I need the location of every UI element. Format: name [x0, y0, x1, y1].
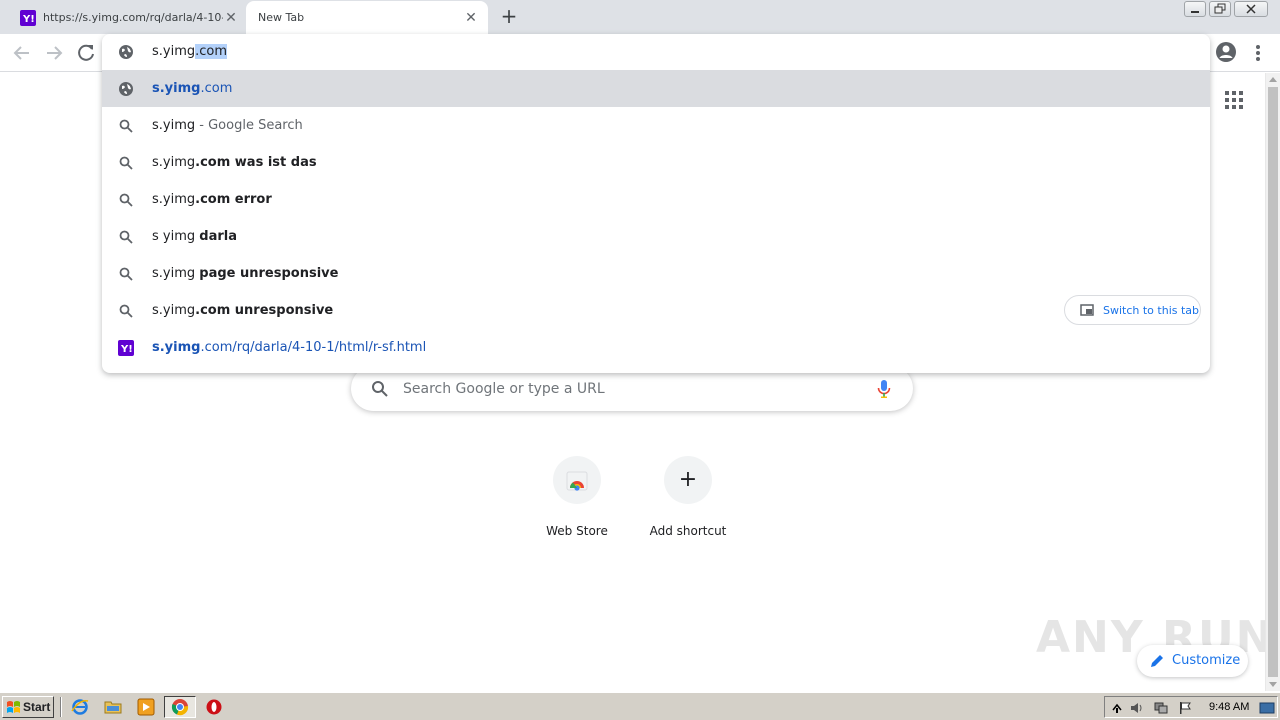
tab-strip: Y! https://s.yimg.com/rq/darla/4-10-1/ht… [0, 0, 1280, 34]
typed-text: s.yimg [152, 44, 196, 59]
pencil-icon [1151, 655, 1163, 667]
switch-tab-icon [1080, 304, 1094, 316]
search-icon [119, 267, 133, 281]
shortcut-web-store[interactable]: Web Store [521, 456, 633, 546]
search-icon [119, 156, 133, 170]
plus-icon: + [678, 467, 698, 492]
account-icon[interactable] [1214, 40, 1238, 64]
tab-yahoo[interactable]: Y! https://s.yimg.com/rq/darla/4-10-1/ht… [8, 1, 244, 34]
globe-icon [119, 45, 133, 59]
start-button[interactable]: Start [2, 696, 54, 718]
suggestion-item[interactable]: s yimg darla [102, 218, 1210, 255]
suggestion-text: s.yimg.com was ist das [152, 155, 317, 170]
suggestion-text: s yimg darla [152, 229, 237, 244]
window-close-button[interactable] [1234, 1, 1268, 17]
suggestion-item[interactable]: s.yimg.com unresponsive [102, 292, 1210, 329]
suggestion-item[interactable]: s.yimg.com [102, 70, 1210, 107]
reload-icon[interactable] [74, 41, 98, 65]
windows-flag-icon [7, 701, 20, 713]
suggestion-item[interactable]: s.yimg.com error [102, 181, 1210, 218]
suggestion-text: s.yimg page unresponsive [152, 266, 339, 281]
shortcut-add[interactable]: + Add shortcut [632, 456, 744, 546]
search-icon [119, 304, 133, 318]
suggestion-item[interactable]: s.yimg - Google Search [102, 107, 1210, 144]
address-bar[interactable]: s.yimg.com [102, 34, 1210, 70]
shortcut-label: Web Store [546, 524, 608, 538]
media-player-icon[interactable] [137, 698, 155, 716]
suggestion-item[interactable]: s.yimg page unresponsive [102, 255, 1210, 292]
internet-explorer-icon[interactable] [71, 698, 89, 716]
taskbar-separator [60, 697, 62, 717]
action-center-flag-icon[interactable] [1177, 700, 1193, 716]
svg-text:Y!: Y! [120, 344, 133, 355]
microphone-icon[interactable] [877, 379, 891, 399]
tab-title: New Tab [258, 11, 305, 24]
ntp-search-input[interactable] [403, 378, 843, 400]
switch-to-tab-label: Switch to this tab [1103, 304, 1200, 317]
restore-icon [1214, 3, 1226, 14]
globe-icon [119, 82, 133, 96]
tab-new-tab[interactable]: New Tab ✕ [246, 1, 488, 34]
chrome-icon [171, 699, 189, 716]
chevron-up-icon[interactable] [1109, 700, 1125, 716]
volume-icon[interactable] [1129, 700, 1145, 716]
yahoo-icon: Y! [118, 340, 134, 356]
start-label: Start [23, 700, 51, 714]
suggestion-text: s.yimg.com unresponsive [152, 303, 334, 318]
forward-arrow-icon[interactable] [42, 41, 66, 65]
omnibox-dropdown: s.yimg.com s.yimg.com s.yimg - Google Se… [102, 34, 1210, 373]
more-vert-icon[interactable] [1250, 41, 1266, 65]
apps-grid-icon[interactable] [1224, 90, 1244, 110]
scroll-down-arrow-icon[interactable] [1269, 682, 1277, 687]
shortcut-label: Add shortcut [649, 524, 727, 538]
tab-title: https://s.yimg.com/rq/darla/4-10-1/html/… [43, 11, 223, 24]
customize-button[interactable]: Customize [1137, 645, 1248, 677]
restore-button[interactable] [1209, 1, 1231, 17]
back-arrow-icon[interactable] [10, 41, 34, 65]
clock: 9:48 AM [1209, 701, 1250, 713]
search-icon [119, 193, 133, 207]
suggestion-text: s.yimg.com [152, 81, 233, 96]
suggestion-text: s.yimg - Google Search [152, 118, 303, 133]
opera-icon[interactable] [205, 698, 223, 716]
yahoo-icon: Y! [20, 10, 36, 26]
close-icon [1246, 4, 1256, 14]
address-bar-input[interactable]: s.yimg.com [152, 44, 228, 59]
scroll-up-arrow-icon[interactable] [1269, 77, 1277, 82]
shortcut-tile: + [664, 456, 712, 504]
minimize-button[interactable] [1184, 1, 1206, 17]
svg-text:Y!: Y! [22, 14, 35, 25]
system-tray: 9:48 AM [1104, 696, 1278, 718]
search-icon [119, 119, 133, 133]
shortcut-tile [553, 456, 601, 504]
scroll-thumb[interactable] [1268, 87, 1278, 677]
inline-autocomplete: .com [195, 44, 228, 59]
folder-icon[interactable] [104, 698, 122, 716]
network-icon[interactable] [1153, 700, 1169, 716]
minimize-icon [1191, 11, 1199, 13]
suggestion-text: s.yimg.com/rq/darla/4-10-1/html/r-sf.htm… [152, 340, 427, 355]
suggestion-text: s.yimg.com error [152, 192, 272, 207]
search-icon [372, 381, 388, 397]
search-icon [119, 230, 133, 244]
close-icon[interactable]: ✕ [462, 9, 480, 27]
scrollbar[interactable] [1265, 73, 1280, 691]
webstore-icon [566, 471, 588, 491]
taskbar-chrome-button[interactable] [164, 696, 196, 718]
close-icon[interactable]: ✕ [222, 9, 240, 27]
show-desktop-icon[interactable] [1259, 700, 1275, 716]
suggestion-item[interactable]: Y! s.yimg.com/rq/darla/4-10-1/html/r-sf.… [102, 329, 1210, 366]
switch-to-tab-button[interactable]: Switch to this tab [1064, 295, 1201, 325]
new-tab-button[interactable]: + [497, 5, 521, 29]
suggestion-item[interactable]: s.yimg.com was ist das [102, 144, 1210, 181]
customize-label: Customize [1172, 653, 1241, 668]
taskbar: Start 9:48 AM [0, 692, 1280, 720]
